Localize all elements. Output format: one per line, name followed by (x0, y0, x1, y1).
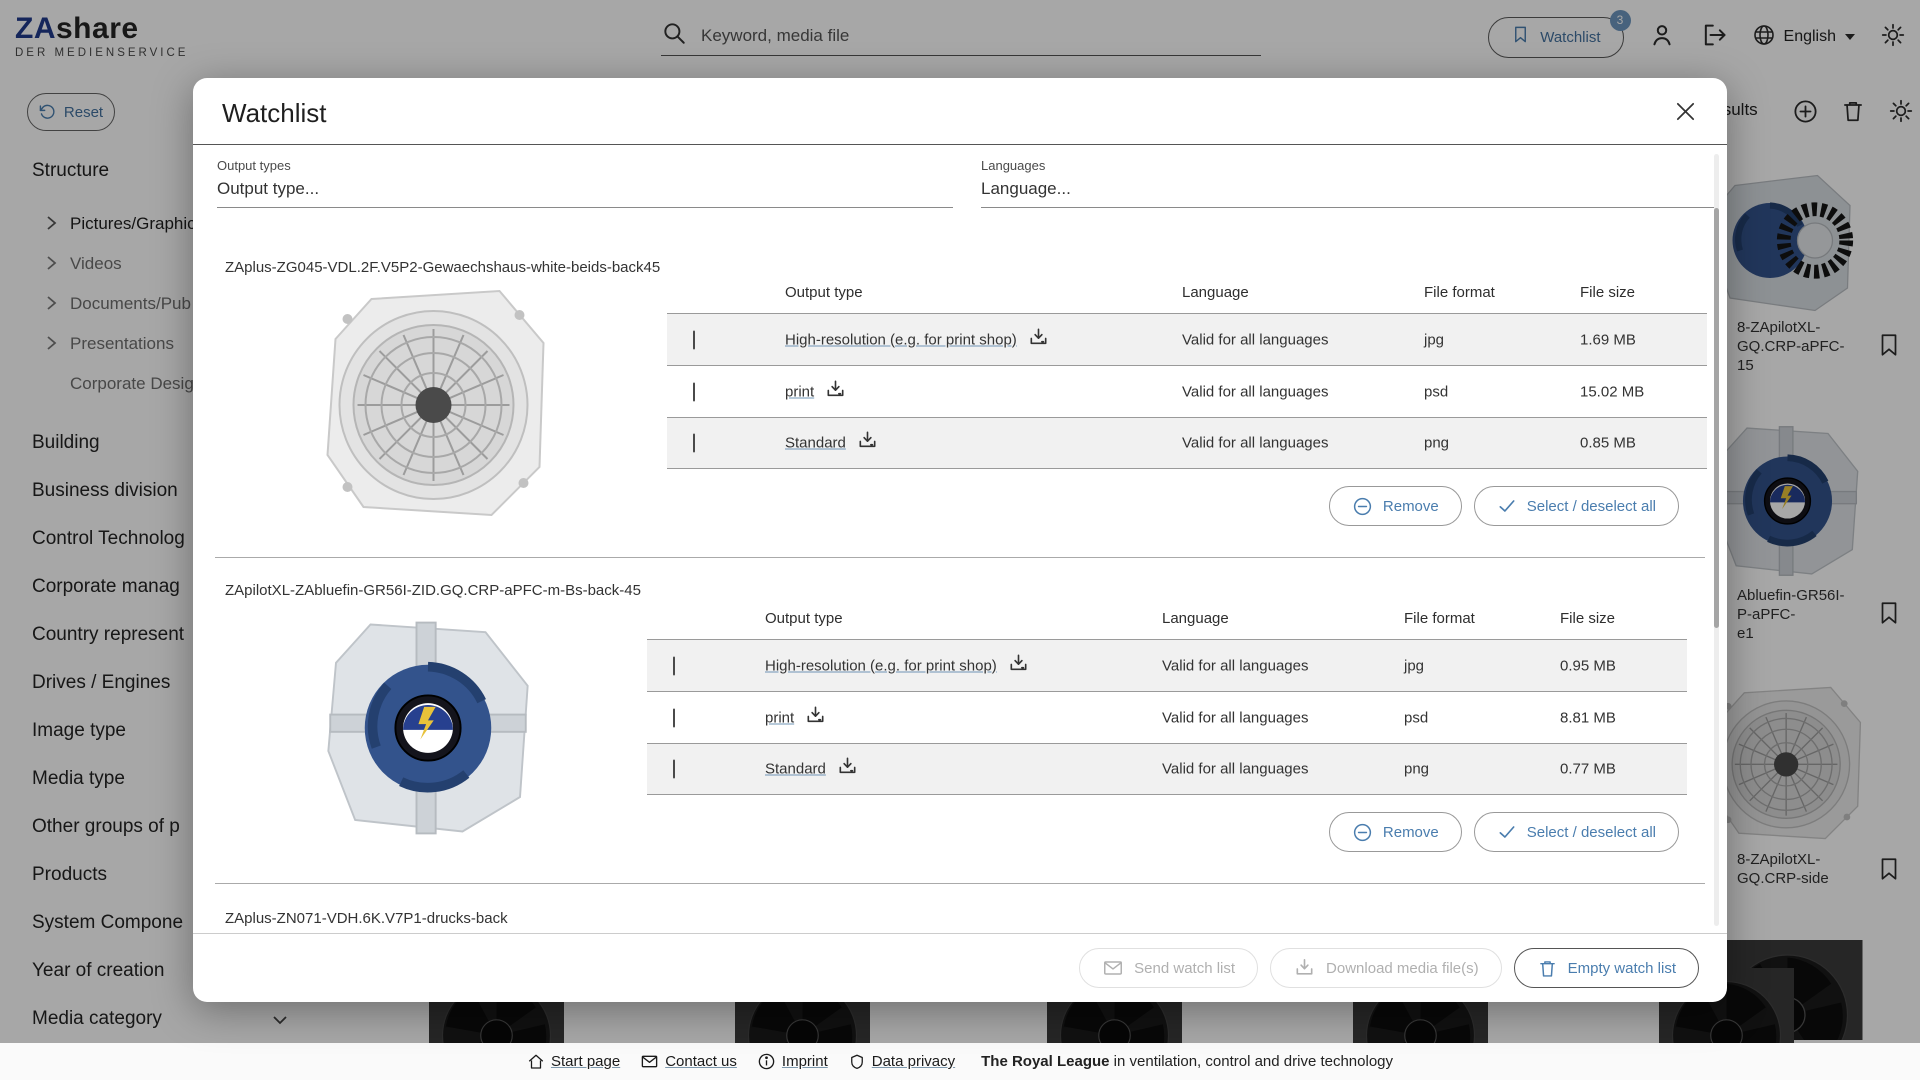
footer-link-data-privacy[interactable]: Data privacy (848, 1053, 955, 1071)
output-type-link[interactable]: Standard (765, 761, 826, 778)
file-size-cell: 15.02 MB (1580, 383, 1644, 400)
download-media-files-button[interactable]: Download media file(s) (1270, 948, 1502, 988)
product-name: ZApilotXL-ZAbluefin-GR56I-ZID.GQ.CRP-aPF… (225, 582, 641, 599)
section-divider (215, 557, 1705, 558)
modal-footer: Send watch list Download media file(s) E… (193, 933, 1727, 1002)
output-type-link[interactable]: High-resolution (e.g. for print shop) (785, 331, 1017, 348)
select-deselect-all-button[interactable]: Select / deselect all (1474, 486, 1679, 526)
column-header-output-type: Output type (765, 610, 843, 627)
output-type-link[interactable]: Standard (785, 435, 846, 452)
file-format-cell: psd (1424, 383, 1448, 400)
row-checkbox[interactable] (673, 760, 675, 779)
column-header-file-size: File size (1560, 610, 1615, 627)
file-size-cell: 1.69 MB (1580, 331, 1636, 348)
table-row: Standard Valid for all languages png 0.7… (647, 743, 1687, 795)
product-image-fan (293, 613, 563, 843)
send-watch-list-button[interactable]: Send watch list (1079, 948, 1258, 988)
home-icon (527, 1053, 545, 1071)
select-deselect-all-label: Select / deselect all (1527, 498, 1656, 515)
table-row: print Valid for all languages psd 8.81 M… (647, 691, 1687, 743)
language-cell: Valid for all languages (1162, 761, 1308, 778)
envelope-icon (640, 1052, 659, 1071)
row-checkbox[interactable] (693, 330, 695, 349)
languages-filter-label: Languages (981, 158, 1718, 173)
column-header-file-format: File format (1404, 610, 1475, 627)
table-row: Standard Valid for all languages png 0.8… (667, 417, 1707, 469)
remove-button[interactable]: Remove (1329, 486, 1462, 526)
modal-scrollbar-thumb[interactable] (1714, 208, 1719, 628)
file-format-cell: png (1404, 761, 1429, 778)
product-name: ZAplus-ZG045-VDL.2F.V5P2-Gewaechshaus-wh… (225, 259, 660, 276)
remove-button[interactable]: Remove (1329, 812, 1462, 852)
footer-link-contact-us[interactable]: Contact us (640, 1052, 737, 1071)
product-image-fan (288, 283, 583, 523)
media-files-table: Output type Language File format File si… (647, 599, 1687, 795)
close-icon[interactable] (1674, 100, 1697, 128)
table-header-row: Output type Language File format File si… (667, 273, 1707, 313)
row-checkbox[interactable] (693, 434, 695, 453)
remove-button-label: Remove (1383, 824, 1439, 841)
file-format-cell: jpg (1404, 657, 1424, 674)
file-format-cell: png (1424, 435, 1449, 452)
language-cell: Valid for all languages (1162, 657, 1308, 674)
download-icon[interactable] (804, 704, 827, 731)
empty-watch-list-button[interactable]: Empty watch list (1514, 948, 1699, 988)
table-row: High-resolution (e.g. for print shop) Va… (647, 639, 1687, 691)
output-type-link[interactable]: High-resolution (e.g. for print shop) (765, 657, 997, 674)
file-format-cell: jpg (1424, 331, 1444, 348)
output-types-filter[interactable]: Output types Output type... (217, 158, 953, 208)
output-types-filter-label: Output types (217, 158, 953, 173)
media-files-table: Output type Language File format File si… (667, 273, 1707, 469)
column-header-language: Language (1162, 610, 1229, 627)
select-deselect-all-label: Select / deselect all (1527, 824, 1656, 841)
footer-link-imprint[interactable]: Imprint (757, 1052, 828, 1071)
remove-button-label: Remove (1383, 498, 1439, 515)
output-type-link[interactable]: print (785, 383, 814, 400)
product-name: ZAplus-ZN071-VDH.6K.V7P1-drucks-back (225, 910, 508, 927)
file-size-cell: 0.77 MB (1560, 761, 1616, 778)
empty-watch-list-label: Empty watch list (1568, 960, 1676, 977)
language-cell: Valid for all languages (1182, 331, 1328, 348)
watchlist-modal: Watchlist Output types Output type... La… (193, 78, 1727, 1002)
file-size-cell: 8.81 MB (1560, 709, 1616, 726)
file-size-cell: 0.95 MB (1560, 657, 1616, 674)
languages-filter[interactable]: Languages Language... (981, 158, 1718, 208)
download-icon[interactable] (1027, 326, 1050, 353)
column-header-file-format: File format (1424, 284, 1495, 301)
send-watch-list-label: Send watch list (1134, 960, 1235, 977)
output-types-filter-value[interactable]: Output type... (217, 179, 953, 199)
page-footer: Start page Contact us Imprint Data priva… (0, 1043, 1920, 1080)
row-checkbox[interactable] (693, 382, 695, 401)
column-header-output-type: Output type (785, 284, 863, 301)
download-icon[interactable] (1007, 652, 1030, 679)
row-checkbox[interactable] (673, 708, 675, 727)
download-icon[interactable] (856, 430, 879, 457)
table-row: High-resolution (e.g. for print shop) Va… (667, 313, 1707, 365)
select-deselect-all-button[interactable]: Select / deselect all (1474, 812, 1679, 852)
download-media-files-label: Download media file(s) (1326, 960, 1479, 977)
row-checkbox[interactable] (673, 656, 675, 675)
language-cell: Valid for all languages (1182, 383, 1328, 400)
footer-link-start-page[interactable]: Start page (527, 1053, 620, 1071)
language-cell: Valid for all languages (1182, 435, 1328, 452)
download-icon[interactable] (836, 756, 859, 783)
column-header-language: Language (1182, 284, 1249, 301)
modal-title: Watchlist (222, 98, 327, 129)
section-divider (215, 883, 1705, 884)
file-size-cell: 0.85 MB (1580, 435, 1636, 452)
download-icon[interactable] (824, 378, 847, 405)
language-cell: Valid for all languages (1162, 709, 1308, 726)
column-header-file-size: File size (1580, 284, 1635, 301)
output-type-link[interactable]: print (765, 709, 794, 726)
table-header-row: Output type Language File format File si… (647, 599, 1687, 639)
languages-filter-value[interactable]: Language... (981, 179, 1718, 199)
shield-icon (848, 1053, 866, 1071)
file-format-cell: psd (1404, 709, 1428, 726)
modal-header: Watchlist (193, 78, 1727, 145)
info-icon (757, 1052, 776, 1071)
table-row: print Valid for all languages psd 15.02 … (667, 365, 1707, 417)
footer-tagline: The Royal League in ventilation, control… (981, 1053, 1393, 1070)
